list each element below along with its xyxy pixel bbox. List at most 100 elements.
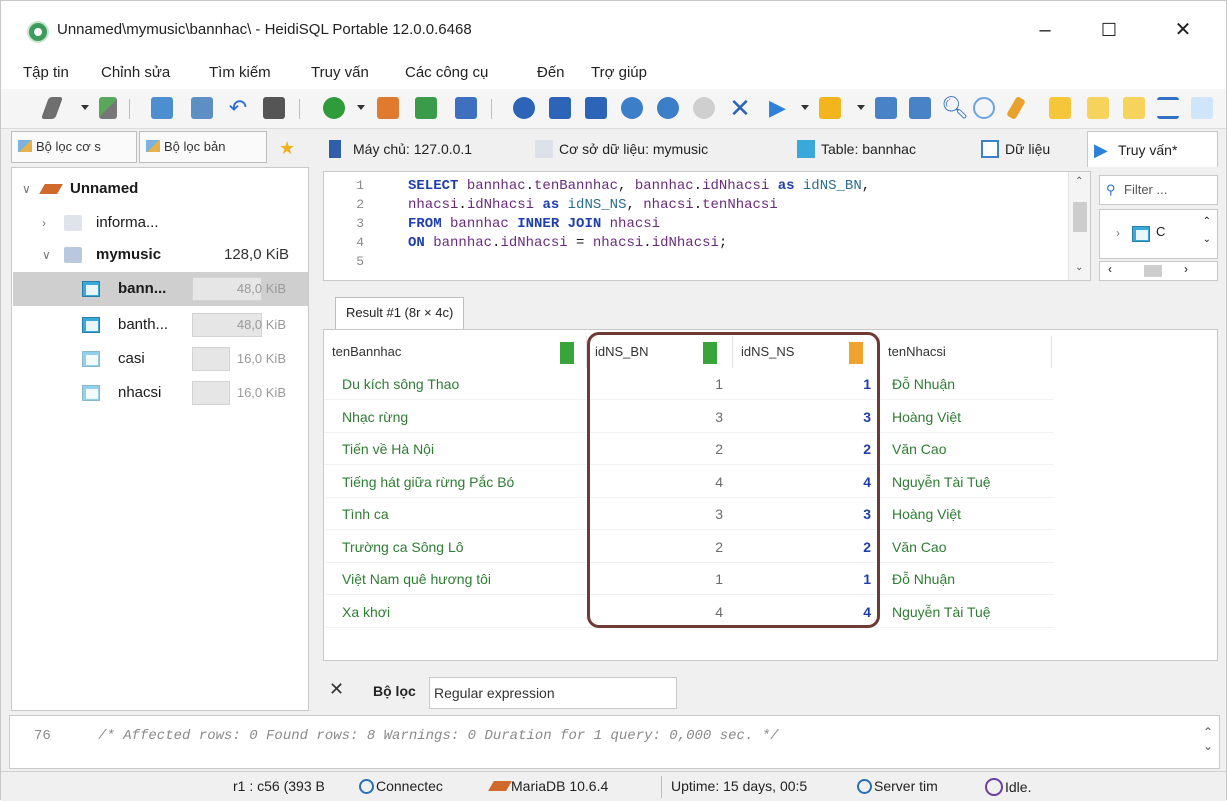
export-icon[interactable] <box>415 97 437 119</box>
table-icon <box>82 351 100 367</box>
first-record-icon[interactable] <box>549 97 571 119</box>
chevron-down-icon[interactable] <box>81 105 89 110</box>
code-icon[interactable] <box>1123 97 1145 119</box>
status-server-time: Server tim <box>857 778 938 794</box>
toolbar: ↶ ✕ ▶ 🔍︎ <box>1 89 1226 129</box>
cell-tenbannhac[interactable]: Việt Nam quê hương tôi <box>342 563 491 595</box>
menu-file[interactable]: Tập tin <box>23 64 69 81</box>
binary-icon[interactable] <box>1087 97 1109 119</box>
find-next-icon[interactable] <box>973 97 995 119</box>
column-header-tennhacsi[interactable]: tenNhacsi <box>880 336 1052 368</box>
log-scroll[interactable]: ⌃ ⌄ <box>1203 726 1213 754</box>
cell-tenbannhac[interactable]: Xa khơi <box>342 596 390 628</box>
chevron-down-icon[interactable] <box>357 105 365 110</box>
scroll-up-icon[interactable]: ⌃ <box>1203 216 1211 227</box>
cell-tennhacsi[interactable]: Đỗ Nhuận <box>892 368 955 400</box>
menu-goto[interactable]: Đến <box>537 64 565 81</box>
tree-db-label: mymusic <box>96 246 162 263</box>
tree-node-mymusic[interactable]: ∨ mymusic 128,0 KiB <box>42 238 304 272</box>
close-filter-button[interactable]: ✕ <box>329 679 344 700</box>
cell-tennhacsi[interactable]: Văn Cao <box>892 433 946 465</box>
helpers-tree[interactable]: › C ⌃ ⌄ <box>1099 209 1218 259</box>
close-button[interactable]: ✕ <box>1163 13 1203 47</box>
explain-icon[interactable] <box>1049 97 1071 119</box>
column-header-tenbannhac[interactable]: tenBannhac <box>324 336 587 368</box>
scroll-left-icon[interactable]: ‹ <box>1108 262 1112 276</box>
delete-record-icon[interactable] <box>657 97 679 119</box>
cell-tennhacsi[interactable]: Hoàng Việt <box>892 401 961 433</box>
helpers-filter-input[interactable]: ⚲ Filter ... <box>1099 175 1218 205</box>
menu-edit[interactable]: Chỉnh sửa <box>101 64 170 81</box>
undo-icon[interactable]: ↶ <box>227 97 249 119</box>
add-record-icon[interactable] <box>621 97 643 119</box>
menu-query[interactable]: Truy vấn <box>311 64 369 81</box>
find-icon[interactable]: 🔍︎ <box>941 97 969 119</box>
sql-editor[interactable]: 12345 SELECT bannhac.tenBannhac, bannhac… <box>323 171 1091 281</box>
highlight-box <box>587 332 880 628</box>
tab-query[interactable]: ▶ Truy vấn* <box>1087 131 1218 167</box>
menu-tools[interactable]: Các công cụ <box>405 64 488 81</box>
tab-db-filter[interactable]: Bộ lọc cơ s <box>11 131 137 163</box>
run-icon: ▶ <box>1094 140 1108 160</box>
menu-help[interactable]: Trợ giúp <box>591 64 647 81</box>
print-icon[interactable] <box>263 97 285 119</box>
tab-table[interactable]: Table: bannhac <box>791 131 916 167</box>
editor-scrollbar[interactable]: ⌃ ⌄ <box>1068 172 1090 280</box>
cell-tennhacsi[interactable]: Nguyễn Tài Tuệ <box>892 466 991 498</box>
scroll-up-icon[interactable]: ⌃ <box>1075 176 1083 188</box>
result-tab[interactable]: Result #1 (8r × 4c) <box>335 297 465 329</box>
scroll-thumb[interactable] <box>1144 265 1162 277</box>
list-icon[interactable] <box>1157 97 1179 119</box>
cell-tenbannhac[interactable]: Tiếng hát giữa rừng Pắc Bó <box>342 466 514 498</box>
tab-database[interactable]: Cơ sở dữ liệu: mymusic <box>529 131 708 167</box>
paste-icon[interactable] <box>191 97 213 119</box>
wrap-icon[interactable] <box>1191 97 1213 119</box>
scroll-down-icon[interactable]: ⌄ <box>1075 262 1083 274</box>
disconnect-icon[interactable] <box>99 97 117 119</box>
favorite-star-icon[interactable]: ★ <box>279 138 295 159</box>
sql-token: as <box>769 178 803 194</box>
minimize-button[interactable]: – <box>1025 13 1065 47</box>
connect-icon[interactable] <box>40 97 64 119</box>
cell-tenbannhac[interactable]: Trường ca Sông Lô <box>342 531 464 563</box>
helpers-hscroll[interactable]: ‹ › <box>1099 261 1218 281</box>
cell-tenbannhac[interactable]: Nhạc rừng <box>342 401 408 433</box>
tab-host[interactable]: Máy chủ: 127.0.0.1 <box>323 131 472 167</box>
copy-icon[interactable] <box>151 97 173 119</box>
user-manager-icon[interactable] <box>377 97 399 119</box>
main-tabs: Máy chủ: 127.0.0.1 Cơ sở dữ liệu: mymusi… <box>323 131 1218 169</box>
scroll-thumb[interactable] <box>1073 202 1087 232</box>
mariadb-icon <box>488 781 512 791</box>
cell-tenbannhac[interactable]: Du kích sông Thao <box>342 368 459 400</box>
maximize-button[interactable]: ☐ <box>1089 13 1129 47</box>
cell-tenbannhac[interactable]: Tiến về Hà Nội <box>342 433 434 465</box>
cell-tennhacsi[interactable]: Nguyễn Tài Tuệ <box>892 596 991 628</box>
filter-input[interactable]: Regular expression <box>429 677 677 709</box>
save-sql-icon[interactable] <box>875 97 897 119</box>
sql-log[interactable]: 76 /* Affected rows: 0 Found rows: 8 War… <box>9 715 1220 769</box>
cell-tennhacsi[interactable]: Văn Cao <box>892 531 946 563</box>
tab-table-filter[interactable]: Bộ lọc bản <box>139 131 267 163</box>
sql-token: . <box>643 235 652 251</box>
load-sql-icon[interactable] <box>819 97 841 119</box>
cell-tennhacsi[interactable]: Hoàng Việt <box>892 498 961 530</box>
maintenance-icon[interactable] <box>455 97 477 119</box>
chevron-down-icon[interactable] <box>801 105 809 110</box>
save-snippet-icon[interactable] <box>909 97 931 119</box>
post-icon[interactable] <box>693 97 715 119</box>
tab-data[interactable]: Dữ liệu <box>975 131 1050 167</box>
format-sql-icon[interactable] <box>1006 95 1026 121</box>
status-connection: Connectec <box>359 778 443 794</box>
menu-search[interactable]: Tìm kiếm <box>209 64 271 81</box>
cell-tenbannhac[interactable]: Tình ca <box>342 498 389 530</box>
help-icon[interactable] <box>513 97 535 119</box>
cancel-icon[interactable]: ✕ <box>729 95 751 121</box>
last-record-icon[interactable] <box>585 97 607 119</box>
refresh-icon[interactable] <box>323 97 345 119</box>
chevron-down-icon[interactable] <box>857 105 865 110</box>
scroll-down-icon[interactable]: ⌄ <box>1203 234 1211 245</box>
run-icon[interactable]: ▶ <box>769 97 791 119</box>
filter-bar: ✕ Bộ lọc Regular expression <box>323 667 1218 711</box>
cell-tennhacsi[interactable]: Đỗ Nhuận <box>892 563 955 595</box>
scroll-right-icon[interactable]: › <box>1184 262 1188 276</box>
